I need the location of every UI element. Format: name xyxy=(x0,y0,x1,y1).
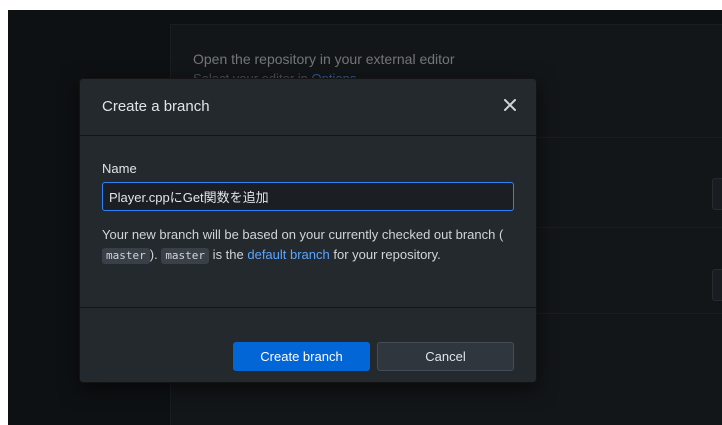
desc-text-4: for your repository. xyxy=(329,247,441,262)
branch-name-input[interactable] xyxy=(102,182,514,211)
cancel-button[interactable]: Cancel xyxy=(377,342,514,371)
name-label: Name xyxy=(102,161,137,176)
dialog-title: Create a branch xyxy=(102,98,210,115)
default-branch-link[interactable]: default branch xyxy=(247,247,329,262)
branch-description: Your new branch will be based on your cu… xyxy=(102,225,512,265)
dialog-body: Name Your new branch will be based on yo… xyxy=(80,136,536,308)
desc-text-1: Your new branch will be based on your cu… xyxy=(102,227,504,242)
base-branch-code: master xyxy=(102,248,150,264)
close-button[interactable] xyxy=(498,93,522,117)
close-icon xyxy=(504,99,516,111)
create-branch-dialog: Create a branch Name Your new branch wil… xyxy=(79,78,537,383)
desc-text-3: is the xyxy=(209,247,248,262)
desc-text-2: ). xyxy=(149,247,162,262)
create-branch-button[interactable]: Create branch xyxy=(233,342,370,371)
dialog-header: Create a branch xyxy=(80,79,536,136)
default-branch-code: master xyxy=(161,248,210,264)
app-window: Open the repository in your external edi… xyxy=(8,10,722,425)
dialog-footer: Create branch Cancel xyxy=(80,308,536,384)
